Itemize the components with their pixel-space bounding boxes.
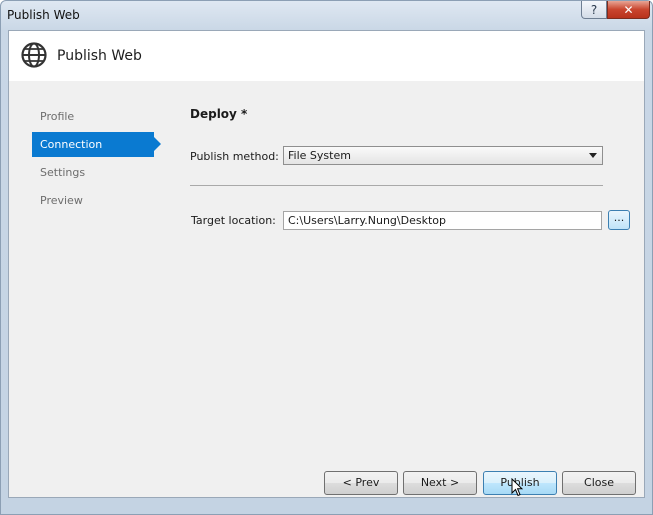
globe-icon: [21, 42, 47, 68]
help-icon: ?: [590, 2, 598, 17]
sidebar-item-profile[interactable]: Profile: [32, 104, 154, 129]
sidebar-item-settings[interactable]: Settings: [32, 160, 154, 185]
section-title: Deploy *: [190, 107, 248, 121]
browse-button[interactable]: ...: [608, 210, 630, 230]
window-title: Publish Web: [7, 8, 80, 22]
target-location-input[interactable]: C:\Users\Larry.Nung\Desktop: [283, 211, 602, 230]
sidebar-item-preview[interactable]: Preview: [32, 188, 154, 213]
wizard-sidebar: Profile Connection Settings Preview: [32, 104, 161, 216]
dialog-title: Publish Web: [57, 48, 142, 64]
close-button[interactable]: Close: [562, 471, 636, 495]
target-location-label: Target location:: [191, 214, 276, 227]
sidebar-item-connection[interactable]: Connection: [32, 132, 161, 157]
publish-web-window: Publish Web ? ✕ Publish Web Profile Conn…: [0, 0, 653, 515]
dialog-client-area: Publish Web Profile Connection Settings …: [8, 30, 645, 498]
prev-button[interactable]: < Prev: [324, 471, 398, 495]
publish-method-select[interactable]: File System: [283, 146, 603, 165]
divider: [190, 185, 603, 186]
mouse-cursor-icon: [511, 478, 523, 497]
window-close-button[interactable]: ✕: [607, 1, 650, 19]
close-icon: ✕: [623, 2, 634, 17]
chevron-down-icon: [589, 153, 597, 158]
publish-method-label: Publish method:: [190, 150, 279, 163]
publish-method-value: File System: [288, 149, 351, 162]
dialog-header: Publish Web: [9, 31, 644, 81]
title-bar[interactable]: Publish Web ? ✕: [1, 1, 652, 28]
next-button[interactable]: Next >: [403, 471, 477, 495]
help-button[interactable]: ?: [581, 1, 607, 19]
